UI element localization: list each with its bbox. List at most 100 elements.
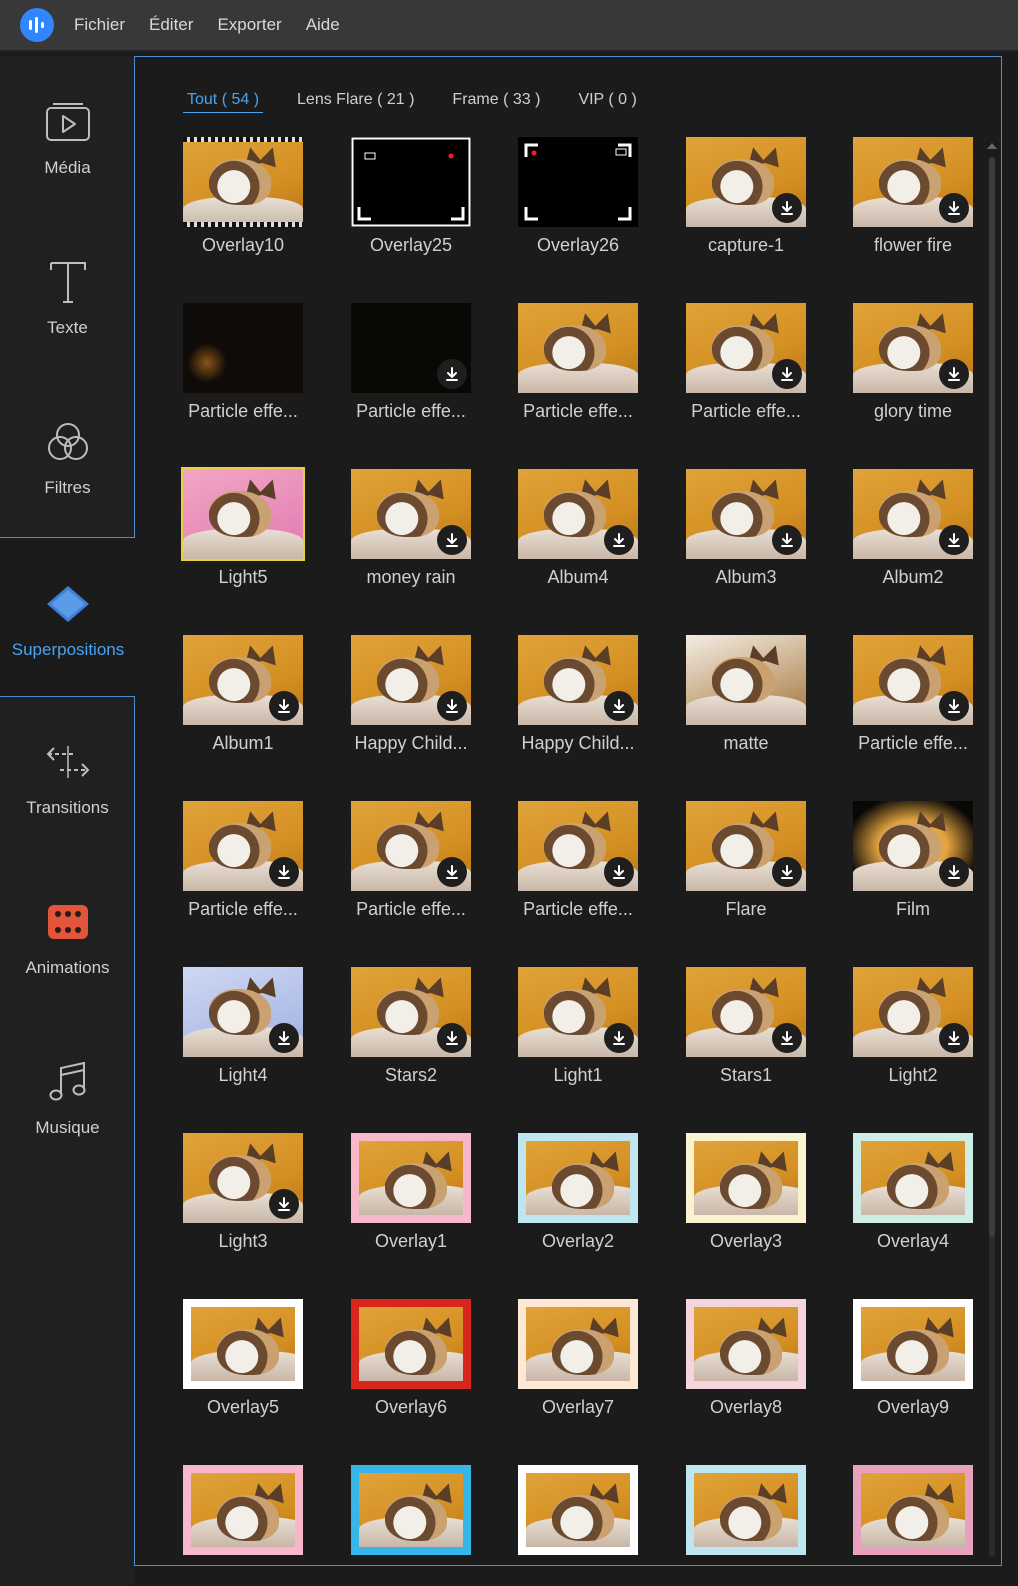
overlay-card[interactable]: Light1 bbox=[518, 967, 638, 1117]
download-icon[interactable] bbox=[437, 525, 467, 555]
overlay-thumbnail[interactable] bbox=[183, 303, 303, 393]
overlay-thumbnail[interactable] bbox=[351, 137, 471, 227]
overlay-thumbnail[interactable] bbox=[686, 137, 806, 227]
overlay-thumbnail[interactable] bbox=[351, 1465, 471, 1555]
overlay-card[interactable]: Light4 bbox=[183, 967, 303, 1117]
scroll-up-arrow-icon[interactable] bbox=[987, 143, 997, 149]
tab-vip[interactable]: VIP ( 0 ) bbox=[574, 91, 640, 113]
download-icon[interactable] bbox=[939, 691, 969, 721]
overlay-thumbnail[interactable] bbox=[518, 801, 638, 891]
overlay-thumbnail[interactable] bbox=[351, 1299, 471, 1389]
download-icon[interactable] bbox=[772, 193, 802, 223]
overlay-card[interactable] bbox=[853, 1465, 973, 1565]
overlay-thumbnail[interactable] bbox=[351, 635, 471, 725]
overlay-thumbnail[interactable] bbox=[518, 1465, 638, 1555]
download-icon[interactable] bbox=[269, 1023, 299, 1053]
overlay-thumbnail[interactable] bbox=[181, 467, 305, 561]
download-icon[interactable] bbox=[772, 525, 802, 555]
menu-editer[interactable]: Éditer bbox=[149, 15, 193, 35]
overlay-thumbnail[interactable] bbox=[183, 137, 303, 227]
overlay-thumbnail[interactable] bbox=[853, 303, 973, 393]
sidebar-item-superpositions[interactable]: Superpositions bbox=[0, 537, 136, 697]
overlay-card[interactable]: Album4 bbox=[518, 469, 638, 619]
overlay-thumbnail[interactable] bbox=[518, 635, 638, 725]
download-icon[interactable] bbox=[604, 857, 634, 887]
overlay-card[interactable]: Light3 bbox=[183, 1133, 303, 1283]
overlay-card[interactable]: capture-1 bbox=[686, 137, 806, 287]
overlay-card[interactable]: Particle effe... bbox=[686, 303, 806, 453]
download-icon[interactable] bbox=[604, 525, 634, 555]
menu-aide[interactable]: Aide bbox=[306, 15, 340, 35]
overlay-card[interactable]: Stars1 bbox=[686, 967, 806, 1117]
overlay-card[interactable]: money rain bbox=[351, 469, 471, 619]
overlay-thumbnail[interactable] bbox=[351, 1133, 471, 1223]
overlay-thumbnail[interactable] bbox=[518, 1133, 638, 1223]
overlay-card[interactable] bbox=[518, 1465, 638, 1565]
overlay-card[interactable]: Overlay4 bbox=[853, 1133, 973, 1283]
overlay-thumbnail[interactable] bbox=[518, 1299, 638, 1389]
overlay-thumbnail[interactable] bbox=[351, 303, 471, 393]
download-icon[interactable] bbox=[939, 525, 969, 555]
overlay-card[interactable]: Flare bbox=[686, 801, 806, 951]
overlay-card[interactable]: Film bbox=[853, 801, 973, 951]
overlay-thumbnail[interactable] bbox=[853, 1299, 973, 1389]
overlay-thumbnail[interactable] bbox=[183, 967, 303, 1057]
overlay-card[interactable]: Overlay9 bbox=[853, 1299, 973, 1449]
sidebar-item-animations[interactable]: Animations bbox=[0, 856, 135, 1016]
overlay-card[interactable] bbox=[686, 1465, 806, 1565]
overlay-thumbnail[interactable] bbox=[183, 1465, 303, 1555]
menu-fichier[interactable]: Fichier bbox=[74, 15, 125, 35]
sidebar-item-media[interactable]: Média bbox=[0, 56, 135, 216]
download-icon[interactable] bbox=[437, 359, 467, 389]
overlay-card[interactable]: Overlay2 bbox=[518, 1133, 638, 1283]
download-icon[interactable] bbox=[939, 857, 969, 887]
download-icon[interactable] bbox=[269, 857, 299, 887]
overlay-thumbnail[interactable] bbox=[518, 137, 638, 227]
overlay-card[interactable]: Overlay26 bbox=[518, 137, 638, 287]
overlay-card[interactable] bbox=[351, 1465, 471, 1565]
overlay-card[interactable]: Happy Child... bbox=[518, 635, 638, 785]
overlay-card[interactable]: Overlay6 bbox=[351, 1299, 471, 1449]
overlay-thumbnail[interactable] bbox=[853, 1465, 973, 1555]
overlay-thumbnail[interactable] bbox=[853, 801, 973, 891]
overlay-card[interactable]: Album3 bbox=[686, 469, 806, 619]
overlay-thumbnail[interactable] bbox=[183, 635, 303, 725]
download-icon[interactable] bbox=[939, 1023, 969, 1053]
download-icon[interactable] bbox=[437, 857, 467, 887]
overlay-card[interactable]: Light5 bbox=[181, 467, 305, 619]
overlay-thumbnail[interactable] bbox=[853, 137, 973, 227]
overlay-thumbnail[interactable] bbox=[351, 801, 471, 891]
overlay-card[interactable]: Overlay5 bbox=[183, 1299, 303, 1449]
overlay-card[interactable]: Overlay10 bbox=[183, 137, 303, 287]
overlay-thumbnail[interactable] bbox=[686, 303, 806, 393]
overlay-thumbnail[interactable] bbox=[686, 1465, 806, 1555]
download-icon[interactable] bbox=[772, 857, 802, 887]
download-icon[interactable] bbox=[772, 1023, 802, 1053]
overlay-thumbnail[interactable] bbox=[183, 1133, 303, 1223]
sidebar-item-musique[interactable]: Musique bbox=[0, 1016, 135, 1176]
overlay-card[interactable]: Stars2 bbox=[351, 967, 471, 1117]
tab-tout[interactable]: Tout ( 54 ) bbox=[183, 91, 264, 113]
download-icon[interactable] bbox=[772, 359, 802, 389]
overlay-card[interactable]: Particle effe... bbox=[183, 801, 303, 951]
overlay-card[interactable]: Happy Child... bbox=[351, 635, 471, 785]
overlay-card[interactable]: Overlay8 bbox=[686, 1299, 806, 1449]
overlay-thumbnail[interactable] bbox=[351, 967, 471, 1057]
overlay-card[interactable]: Overlay25 bbox=[351, 137, 471, 287]
download-icon[interactable] bbox=[437, 1023, 467, 1053]
overlay-thumbnail[interactable] bbox=[518, 303, 638, 393]
overlay-thumbnail[interactable] bbox=[351, 469, 471, 559]
app-logo-icon[interactable] bbox=[20, 8, 54, 42]
overlay-card[interactable]: Particle effe... bbox=[518, 303, 638, 453]
menu-exporter[interactable]: Exporter bbox=[217, 15, 281, 35]
overlay-card[interactable]: matte bbox=[686, 635, 806, 785]
overlay-thumbnail[interactable] bbox=[853, 1133, 973, 1223]
overlay-thumbnail[interactable] bbox=[686, 1299, 806, 1389]
overlay-card[interactable]: Particle effe... bbox=[351, 801, 471, 951]
sidebar-item-texte[interactable]: Texte bbox=[0, 216, 135, 376]
overlay-card[interactable]: Particle effe... bbox=[518, 801, 638, 951]
tab-lens-flare[interactable]: Lens Flare ( 21 ) bbox=[293, 91, 418, 113]
overlay-thumbnail[interactable] bbox=[518, 469, 638, 559]
overlay-thumbnail[interactable] bbox=[686, 635, 806, 725]
overlay-thumbnail[interactable] bbox=[183, 801, 303, 891]
